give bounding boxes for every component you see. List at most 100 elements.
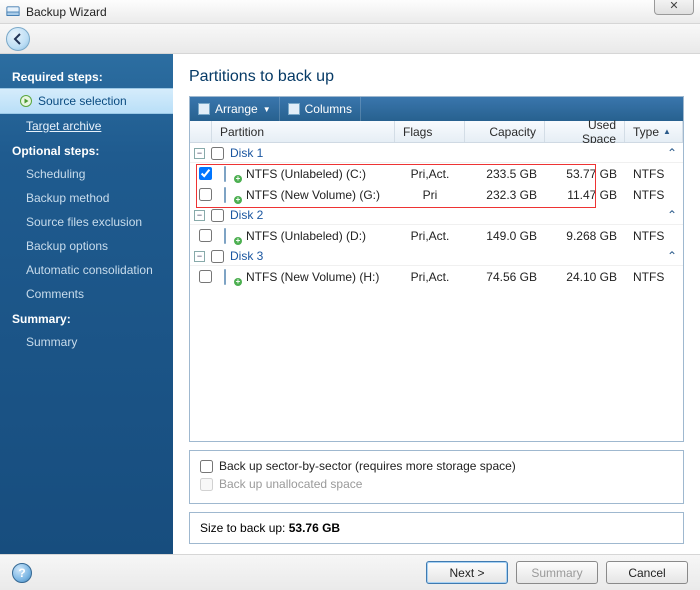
help-button[interactable]: ? [12, 563, 32, 583]
summary-button[interactable]: Summary [516, 561, 598, 584]
partition-row[interactable]: + NTFS (New Volume) (G:) Pri 232.3 GB 11… [190, 184, 683, 205]
sidebar-heading-summary: Summary: [0, 306, 173, 330]
sidebar-heading-optional: Optional steps: [0, 138, 173, 162]
col-partition[interactable]: Partition [212, 121, 395, 142]
col-flags[interactable]: Flags [395, 121, 465, 142]
sector-label: Back up sector-by-sector (requires more … [219, 459, 516, 473]
sidebar-item-options[interactable]: Backup options [0, 234, 173, 258]
collapse-icon[interactable]: − [194, 210, 205, 221]
partition-type: NTFS [625, 167, 683, 181]
partition-type: NTFS [625, 188, 683, 202]
disk-group[interactable]: − Disk 2 ⌃ [190, 205, 683, 225]
next-button[interactable]: Next > [426, 561, 508, 584]
sidebar-item-label: Automatic consolidation [26, 263, 153, 277]
footer: ? Next > Summary Cancel [0, 554, 700, 590]
collapse-icon[interactable]: − [194, 251, 205, 262]
disk-label[interactable]: Disk 1 [230, 146, 263, 160]
partition-checkbox[interactable] [199, 188, 212, 201]
disk-checkbox[interactable] [211, 209, 224, 222]
sidebar: Required steps: Source selection Target … [0, 54, 173, 554]
unallocated-checkbox-row: Back up unallocated space [200, 477, 673, 491]
disk-checkbox[interactable] [211, 250, 224, 263]
arrange-button[interactable]: Arrange ▼ [190, 97, 280, 121]
disk-checkbox[interactable] [211, 147, 224, 160]
sidebar-item-label: Backup method [26, 191, 109, 205]
sidebar-item-exclusion[interactable]: Source files exclusion [0, 210, 173, 234]
collapse-icon[interactable]: − [194, 148, 205, 159]
partition-capacity: 232.3 GB [465, 188, 545, 202]
partition-flags: Pri,Act. [395, 229, 465, 243]
sidebar-item-label: Comments [26, 287, 84, 301]
partition-capacity: 233.5 GB [465, 167, 545, 181]
size-value: 53.76 GB [289, 521, 340, 535]
partition-name: NTFS (New Volume) (H:) [246, 270, 379, 284]
options-panel: Back up sector-by-sector (requires more … [189, 450, 684, 504]
back-button[interactable] [6, 27, 30, 51]
columns-icon [288, 103, 300, 115]
col-used[interactable]: Used Space [545, 121, 625, 142]
app-icon [6, 5, 20, 19]
partition-capacity: 149.0 GB [465, 229, 545, 243]
sidebar-item-label: Source selection [38, 94, 127, 108]
sidebar-item-comments[interactable]: Comments [0, 282, 173, 306]
sector-checkbox-row[interactable]: Back up sector-by-sector (requires more … [200, 459, 673, 473]
page-title: Partitions to back up [189, 68, 684, 86]
sidebar-item-label: Backup options [26, 239, 108, 253]
partition-flags: Pri [395, 188, 465, 202]
sidebar-item-scheduling[interactable]: Scheduling [0, 162, 173, 186]
size-panel: Size to back up: 53.76 GB [189, 512, 684, 544]
rows-container: − Disk 1 ⌃ + NTFS (Unlabeled) (C:) Pri,A… [190, 143, 683, 441]
disk-label[interactable]: Disk 3 [230, 249, 263, 263]
disk-label[interactable]: Disk 2 [230, 208, 263, 222]
sidebar-item-source[interactable]: Source selection [0, 88, 173, 114]
sidebar-item-label: Source files exclusion [26, 215, 142, 229]
sidebar-item-method[interactable]: Backup method [0, 186, 173, 210]
sidebar-item-target[interactable]: Target archive [0, 114, 173, 138]
chevron-up-icon[interactable]: ⌃ [667, 208, 677, 222]
toolbar [0, 24, 700, 54]
arrow-left-icon [12, 33, 24, 45]
col-check[interactable] [190, 121, 212, 142]
sidebar-item-consolidation[interactable]: Automatic consolidation [0, 258, 173, 282]
close-button[interactable]: ✕ [654, 0, 694, 15]
disk-group[interactable]: − Disk 3 ⌃ [190, 246, 683, 266]
column-headers: Partition Flags Capacity Used Space Type… [190, 121, 683, 143]
cancel-button[interactable]: Cancel [606, 561, 688, 584]
arrange-label: Arrange [215, 102, 258, 116]
size-label: Size to back up: [200, 521, 285, 535]
partition-list: Arrange ▼ Columns Partition Flags Capaci… [189, 96, 684, 442]
partition-used: 9.268 GB [545, 229, 625, 243]
partition-capacity: 74.56 GB [465, 270, 545, 284]
partition-checkbox[interactable] [199, 167, 212, 180]
disk-group[interactable]: − Disk 1 ⌃ [190, 143, 683, 163]
chevron-up-icon[interactable]: ⌃ [667, 249, 677, 263]
window-title: Backup Wizard [26, 5, 107, 19]
partition-checkbox[interactable] [199, 229, 212, 242]
partition-used: 24.10 GB [545, 270, 625, 284]
sidebar-item-label: Summary [26, 335, 77, 349]
titlebar: Backup Wizard ✕ [0, 0, 700, 24]
chevron-up-icon[interactable]: ⌃ [667, 146, 677, 160]
partition-row[interactable]: + NTFS (Unlabeled) (D:) Pri,Act. 149.0 G… [190, 225, 683, 246]
partition-used: 11.47 GB [545, 188, 625, 202]
partition-icon: + [224, 167, 240, 181]
partition-flags: Pri,Act. [395, 270, 465, 284]
partition-checkbox[interactable] [199, 270, 212, 283]
partition-flags: Pri,Act. [395, 167, 465, 181]
col-type[interactable]: Type▲ [625, 121, 683, 142]
partition-row[interactable]: + NTFS (New Volume) (H:) Pri,Act. 74.56 … [190, 266, 683, 287]
play-icon [20, 95, 32, 107]
partition-icon: + [224, 229, 240, 243]
partition-icon: + [224, 270, 240, 284]
content: Partitions to back up Arrange ▼ Columns … [173, 54, 700, 554]
sidebar-item-label: Scheduling [26, 167, 85, 181]
partition-used: 53.77 GB [545, 167, 625, 181]
col-capacity[interactable]: Capacity [465, 121, 545, 142]
sidebar-item-summary[interactable]: Summary [0, 330, 173, 354]
partition-name: NTFS (Unlabeled) (C:) [246, 167, 366, 181]
columns-button[interactable]: Columns [280, 97, 361, 121]
partition-row[interactable]: + NTFS (Unlabeled) (C:) Pri,Act. 233.5 G… [190, 163, 683, 184]
sector-checkbox[interactable] [200, 460, 213, 473]
columns-label: Columns [305, 102, 352, 116]
partition-type: NTFS [625, 270, 683, 284]
